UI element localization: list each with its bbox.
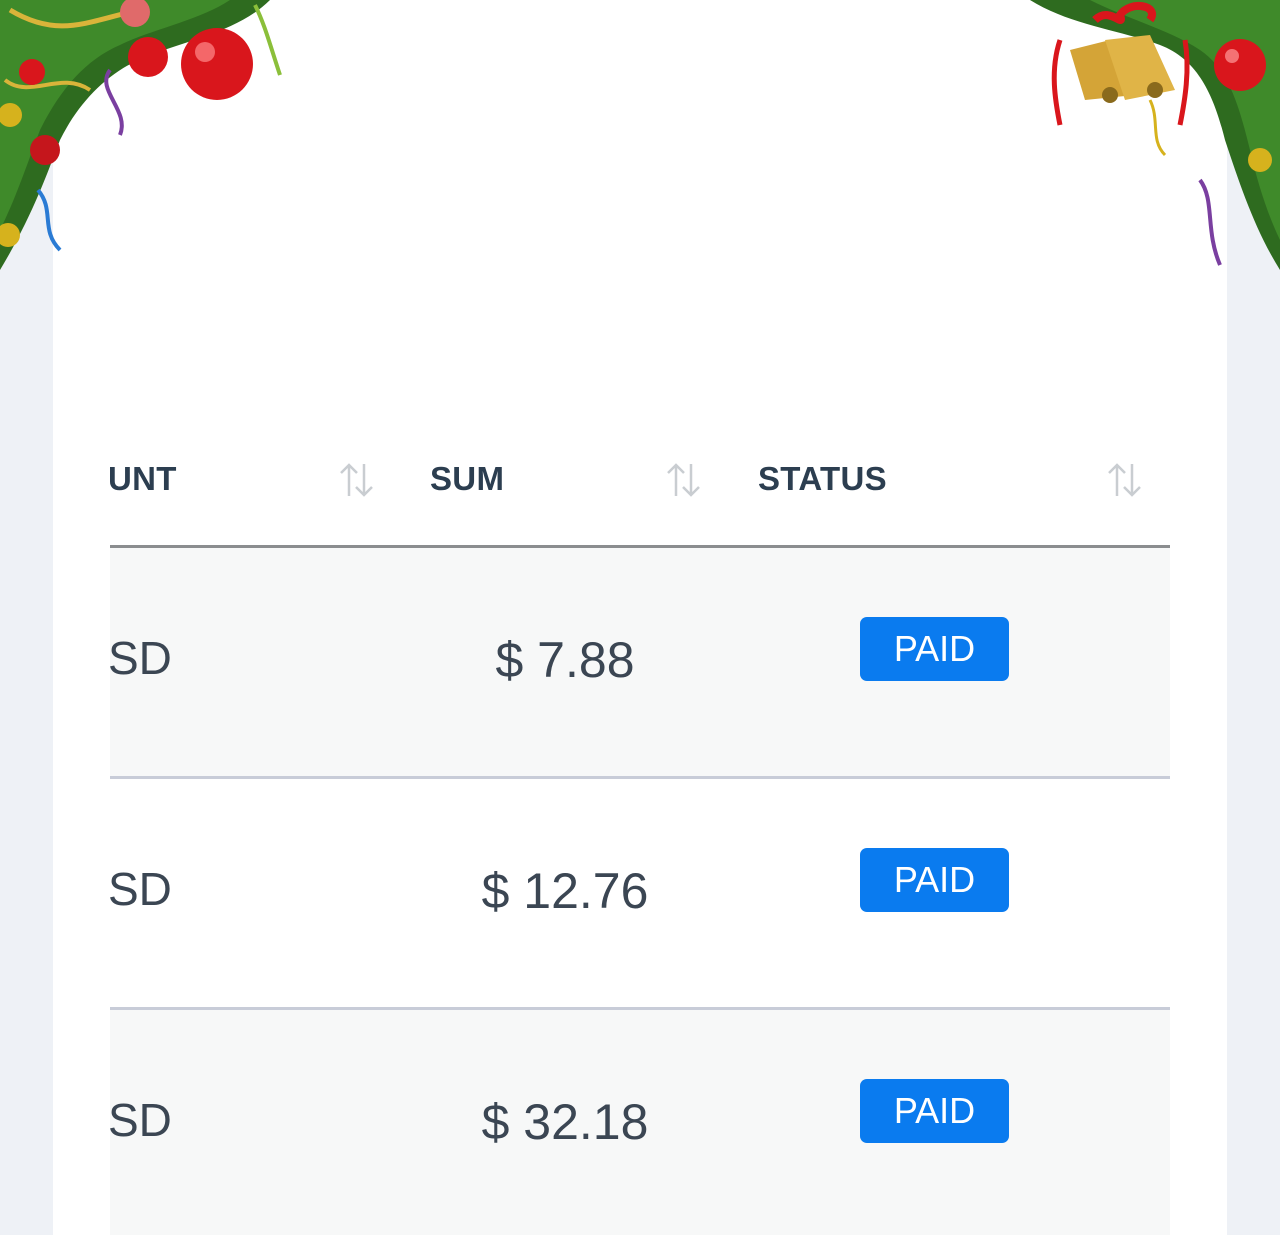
sort-arrows-icon[interactable] (665, 460, 703, 500)
table-row[interactable]: SD $ 12.76 PAID (110, 779, 1170, 1008)
sort-arrows-icon[interactable] (1106, 460, 1144, 500)
sort-arrows-icon[interactable] (338, 460, 376, 500)
status-badge: PAID (860, 848, 1009, 912)
sum-cell: $ 7.88 (495, 632, 635, 688)
table-row[interactable]: SD $ 32.18 PAID (110, 1010, 1170, 1235)
column-header-status[interactable]: STATUS (758, 460, 887, 498)
table-row[interactable]: SD $ 7.88 PAID (110, 548, 1170, 777)
column-header-sum[interactable]: SUM (430, 460, 504, 498)
sum-cell: $ 32.18 (481, 1094, 649, 1150)
currency-cell: SD (110, 632, 172, 684)
status-badge: PAID (860, 617, 1009, 681)
table-header: UNT SUM STATUS (110, 440, 1170, 545)
status-badge: PAID (860, 1079, 1009, 1143)
column-header-amount[interactable]: UNT (110, 460, 177, 498)
currency-cell: SD (110, 1094, 172, 1146)
sum-cell: $ 12.76 (481, 863, 649, 919)
currency-cell: SD (110, 863, 172, 915)
payments-table: UNT SUM STATUS SD $ 7.88 PAID SD $ 12.76… (110, 0, 1170, 1235)
